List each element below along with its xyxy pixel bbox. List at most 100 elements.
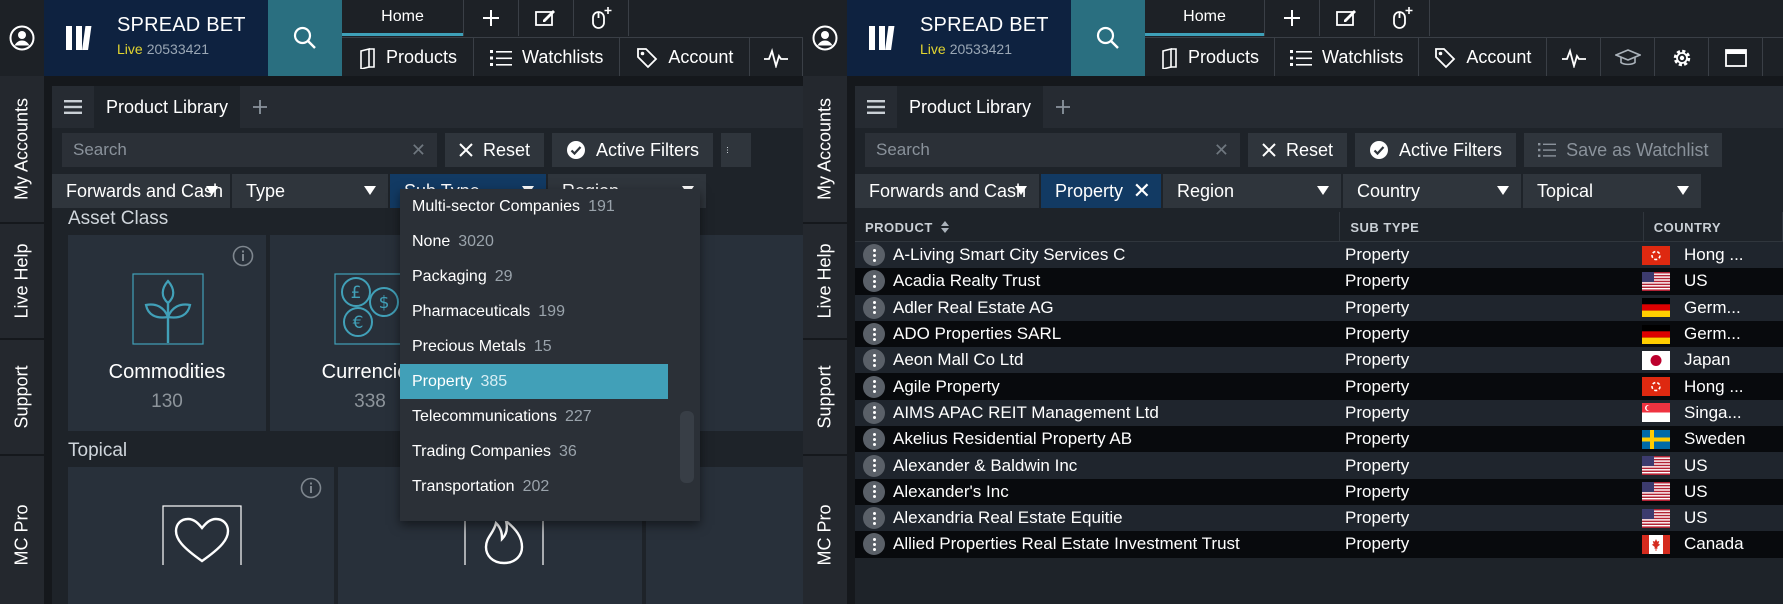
table-row[interactable]: A-Living Smart City Services C Property Ho… — [855, 242, 1783, 269]
product-name[interactable]: Alexander & Baldwin Inc — [893, 456, 1077, 476]
more-options-icon[interactable] — [863, 401, 885, 424]
search-button[interactable] — [268, 0, 342, 76]
table-row[interactable]: ADO Properties SARL Property Germ... — [855, 320, 1783, 348]
rail-mc-pro[interactable]: MC Pro — [803, 456, 847, 604]
more-options-icon[interactable] — [863, 323, 885, 346]
rail-my-accounts[interactable]: My Accounts — [803, 76, 847, 224]
filter-forwards-cash[interactable]: Forwards and Cash — [855, 174, 1041, 208]
rail-live-help[interactable]: Live Help — [0, 224, 44, 340]
product-name[interactable]: Alexandria Real Estate Equitie — [893, 508, 1123, 528]
filter-property-active[interactable]: Property ✕ — [1041, 174, 1163, 208]
tile-commodities[interactable]: Commodities 130 — [68, 235, 266, 431]
more-options-icon[interactable] — [863, 533, 885, 556]
column-header-country[interactable]: COUNTRY — [1644, 212, 1783, 242]
tab-home[interactable]: Home — [1145, 0, 1265, 36]
rail-mc-pro[interactable]: MC Pro — [0, 456, 44, 604]
reset-button[interactable]: Reset — [445, 133, 545, 167]
tab-product-library[interactable]: Product Library — [897, 86, 1044, 128]
rail-live-help[interactable]: Live Help — [803, 224, 847, 340]
nav-activity[interactable] — [750, 38, 803, 77]
dropdown-option[interactable]: Telecommunications 227 — [400, 399, 668, 434]
table-row[interactable]: Alexander & Baldwin Inc Property US — [855, 452, 1783, 479]
product-name[interactable]: Akelius Residential Property AB — [893, 429, 1132, 449]
dropdown-option[interactable]: Precious Metals 15 — [400, 329, 668, 364]
more-options-icon[interactable] — [863, 349, 885, 372]
edit-layout-button[interactable] — [519, 0, 574, 36]
more-options-icon[interactable] — [863, 270, 885, 293]
nav-watchlists[interactable]: Watchlists — [1275, 38, 1420, 77]
dropdown-option[interactable]: Trading Companies 36 — [400, 434, 668, 469]
table-row[interactable]: Adler Real Estate AG Property Germ... — [855, 294, 1783, 321]
product-name[interactable]: Adler Real Estate AG — [893, 298, 1054, 318]
reset-button[interactable]: Reset — [1248, 133, 1348, 167]
filter-region[interactable]: Region — [1163, 174, 1343, 208]
nav-watchlists[interactable]: Watchlists — [474, 38, 621, 77]
clear-search-icon[interactable]: ✕ — [1214, 140, 1229, 161]
profile-button[interactable] — [803, 0, 847, 76]
remove-filter-icon[interactable]: ✕ — [1133, 178, 1151, 204]
add-panel-tab-button[interactable] — [1043, 86, 1083, 128]
info-icon[interactable] — [300, 477, 322, 499]
table-row[interactable]: Akelius Residential Property AB Property S… — [855, 426, 1783, 453]
add-mouse-button[interactable] — [1375, 0, 1430, 36]
tab-home[interactable]: Home — [342, 0, 464, 36]
info-icon[interactable] — [232, 245, 254, 267]
search-button[interactable] — [1071, 0, 1145, 76]
add-workspace-button[interactable] — [464, 0, 519, 36]
filter-country[interactable]: Country — [1343, 174, 1523, 208]
rail-support[interactable]: Support — [803, 340, 847, 456]
nav-products[interactable]: Products — [342, 38, 475, 77]
nav-account[interactable]: Account — [1419, 38, 1548, 77]
column-header-product[interactable]: PRODUCT — [855, 212, 1341, 242]
tab-product-library[interactable]: Product Library — [94, 86, 241, 128]
product-name[interactable]: Acadia Realty Trust — [893, 271, 1040, 291]
nav-settings[interactable] — [1655, 38, 1710, 77]
more-options-icon[interactable] — [863, 480, 885, 503]
table-row[interactable]: AIMS APAC REIT Management Ltd Property Sin… — [855, 399, 1783, 427]
brand-block[interactable]: SPREAD BET Live 20533421 — [847, 0, 1071, 76]
column-header-sub-type[interactable]: SUB TYPE — [1340, 212, 1644, 242]
table-row[interactable]: Agile Property Property Hong ... — [855, 373, 1783, 400]
more-options-icon[interactable] — [863, 375, 885, 398]
search-input[interactable] — [876, 140, 1229, 160]
search-input[interactable] — [73, 140, 426, 160]
more-options-icon[interactable] — [863, 244, 885, 267]
table-row[interactable]: Acadia Realty Trust Property US — [855, 268, 1783, 295]
filter-type[interactable]: Type — [232, 174, 390, 208]
active-filters-button[interactable]: Active Filters — [552, 133, 714, 167]
scrollbar-thumb[interactable] — [680, 411, 694, 483]
rail-my-accounts[interactable]: My Accounts — [0, 76, 44, 224]
add-workspace-button[interactable] — [1265, 0, 1320, 36]
table-row[interactable]: Aeon Mall Co Ltd Property Japan — [855, 347, 1783, 374]
filter-forwards-cash[interactable]: Forwards and Cash — [52, 174, 232, 208]
profile-button[interactable] — [0, 0, 44, 76]
edit-layout-button[interactable] — [1320, 0, 1375, 36]
active-filters-button[interactable]: Active Filters — [1355, 133, 1517, 167]
product-name[interactable]: A-Living Smart City Services C — [893, 245, 1125, 265]
panel-menu-button[interactable] — [52, 86, 94, 128]
search-field[interactable]: ✕ — [865, 133, 1240, 167]
dropdown-scrollbar[interactable] — [676, 189, 696, 521]
nav-education[interactable] — [1601, 38, 1656, 77]
dropdown-option-selected[interactable]: Property 385 — [400, 364, 668, 399]
product-name[interactable]: ADO Properties SARL — [893, 324, 1061, 344]
nav-activity[interactable] — [1547, 38, 1602, 77]
more-options-icon[interactable] — [863, 454, 885, 477]
product-name[interactable]: AIMS APAC REIT Management Ltd — [893, 403, 1159, 423]
add-mouse-button[interactable] — [574, 0, 629, 36]
clear-search-icon[interactable]: ✕ — [411, 140, 426, 161]
more-options-icon[interactable] — [863, 507, 885, 530]
product-name[interactable]: Agile Property — [893, 377, 1000, 397]
rail-support[interactable]: Support — [0, 340, 44, 456]
table-row[interactable]: Alexandria Real Estate Equitie Property US — [855, 504, 1783, 532]
panel-menu-button[interactable] — [855, 86, 897, 128]
dropdown-option[interactable]: Transportation 202 — [400, 469, 668, 504]
dropdown-option[interactable]: Packaging 29 — [400, 259, 668, 294]
table-row[interactable]: Allied Properties Real Estate Investment… — [855, 531, 1783, 558]
dropdown-option[interactable]: Pharmaceuticals 199 — [400, 294, 668, 329]
table-row[interactable]: Alexander's Inc Property US — [855, 478, 1783, 505]
brand-block[interactable]: SPREAD BET Live 20533421 — [44, 0, 268, 76]
add-panel-tab-button[interactable] — [240, 86, 280, 128]
product-name[interactable]: Allied Properties Real Estate Investment… — [893, 534, 1240, 554]
tile-topical-1[interactable] — [68, 467, 334, 604]
